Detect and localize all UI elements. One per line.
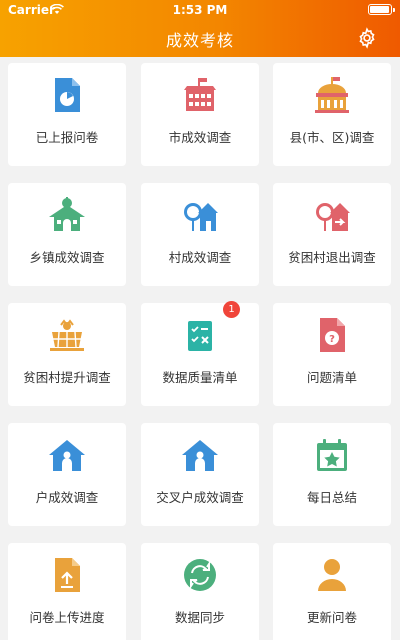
- menu-item-question-doc[interactable]: ? 问题清单: [273, 303, 391, 406]
- village-exit-icon: [312, 195, 352, 235]
- menu-item-update-person[interactable]: 更新问卷: [273, 543, 391, 640]
- menu-item-cross-household[interactable]: 交叉户成效调查: [141, 423, 259, 526]
- notification-badge: 1: [223, 301, 240, 318]
- svg-text:?: ?: [329, 334, 335, 345]
- data-checklist-icon: [180, 315, 220, 355]
- solar-panel-icon: [47, 315, 87, 355]
- sync-icon: [180, 555, 220, 595]
- menu-item-label: 问卷上传进度: [29, 610, 105, 625]
- menu-item-solar-panel[interactable]: 贫困村提升调查: [8, 303, 126, 406]
- village-tree-house-icon: [180, 195, 220, 235]
- menu-item-label: 已上报问卷: [35, 130, 99, 145]
- menu-item-label: 问题清单: [306, 370, 357, 385]
- menu-item-city-building[interactable]: 市成效调查: [141, 63, 259, 166]
- menu-item-label: 村成效调查: [168, 250, 232, 265]
- clock: 1:53 PM: [172, 3, 228, 17]
- household-person-icon: [47, 435, 87, 475]
- top-bar: Carrier 1:53 PM 成效考核: [0, 0, 400, 57]
- menu-item-township-house[interactable]: 乡镇成效调查: [8, 183, 126, 286]
- menu-item-label: 交叉户成效调查: [156, 490, 244, 505]
- township-house-icon: [47, 195, 87, 235]
- menu-item-upload-doc[interactable]: 问卷上传进度: [8, 543, 126, 640]
- menu-item-village-exit[interactable]: 贫困村退出调查: [273, 183, 391, 286]
- county-hall-icon: [312, 75, 352, 115]
- menu-item-label: 贫困村退出调查: [288, 250, 376, 265]
- calendar-star-icon: [312, 435, 352, 475]
- menu-item-label: 县(市、区)调查: [289, 130, 375, 145]
- menu-item-village-tree-house[interactable]: 村成效调查: [141, 183, 259, 286]
- menu-item-label: 每日总结: [306, 490, 357, 505]
- menu-item-data-checklist[interactable]: 1 数据质量清单: [141, 301, 259, 406]
- update-person-icon: [312, 555, 352, 595]
- gear-icon[interactable]: [356, 27, 378, 49]
- menu-item-label: 市成效调查: [168, 130, 232, 145]
- menu-item-sync[interactable]: 数据同步: [141, 543, 259, 640]
- cross-household-icon: [180, 435, 220, 475]
- page-title: 成效考核: [165, 31, 234, 50]
- menu-item-label: 更新问卷: [306, 610, 357, 625]
- upload-doc-icon: [47, 555, 87, 595]
- city-building-icon: [180, 75, 220, 115]
- menu-item-label: 户成效调查: [35, 490, 99, 505]
- question-doc-icon: ?: [312, 315, 352, 355]
- report-pie-icon: [47, 75, 87, 115]
- menu-item-county-hall[interactable]: 县(市、区)调查: [273, 63, 391, 166]
- battery-icon: [368, 4, 395, 15]
- menu-item-report-pie[interactable]: 已上报问卷: [8, 63, 126, 166]
- status-bar: Carrier 1:53 PM: [0, 0, 400, 20]
- menu-item-calendar-star[interactable]: 每日总结: [273, 423, 391, 526]
- menu-grid: 已上报问卷 市成效调查 县(市、区)调查乡镇成效调查 村成效调查 贫困村退出调查贫困村提…: [0, 57, 400, 640]
- menu-item-household-person[interactable]: 户成效调查: [8, 423, 126, 526]
- menu-item-label: 乡镇成效调查: [29, 250, 105, 265]
- menu-item-label: 数据质量清单: [162, 370, 238, 385]
- menu-item-label: 数据同步: [174, 610, 225, 625]
- menu-item-label: 贫困村提升调查: [23, 370, 111, 385]
